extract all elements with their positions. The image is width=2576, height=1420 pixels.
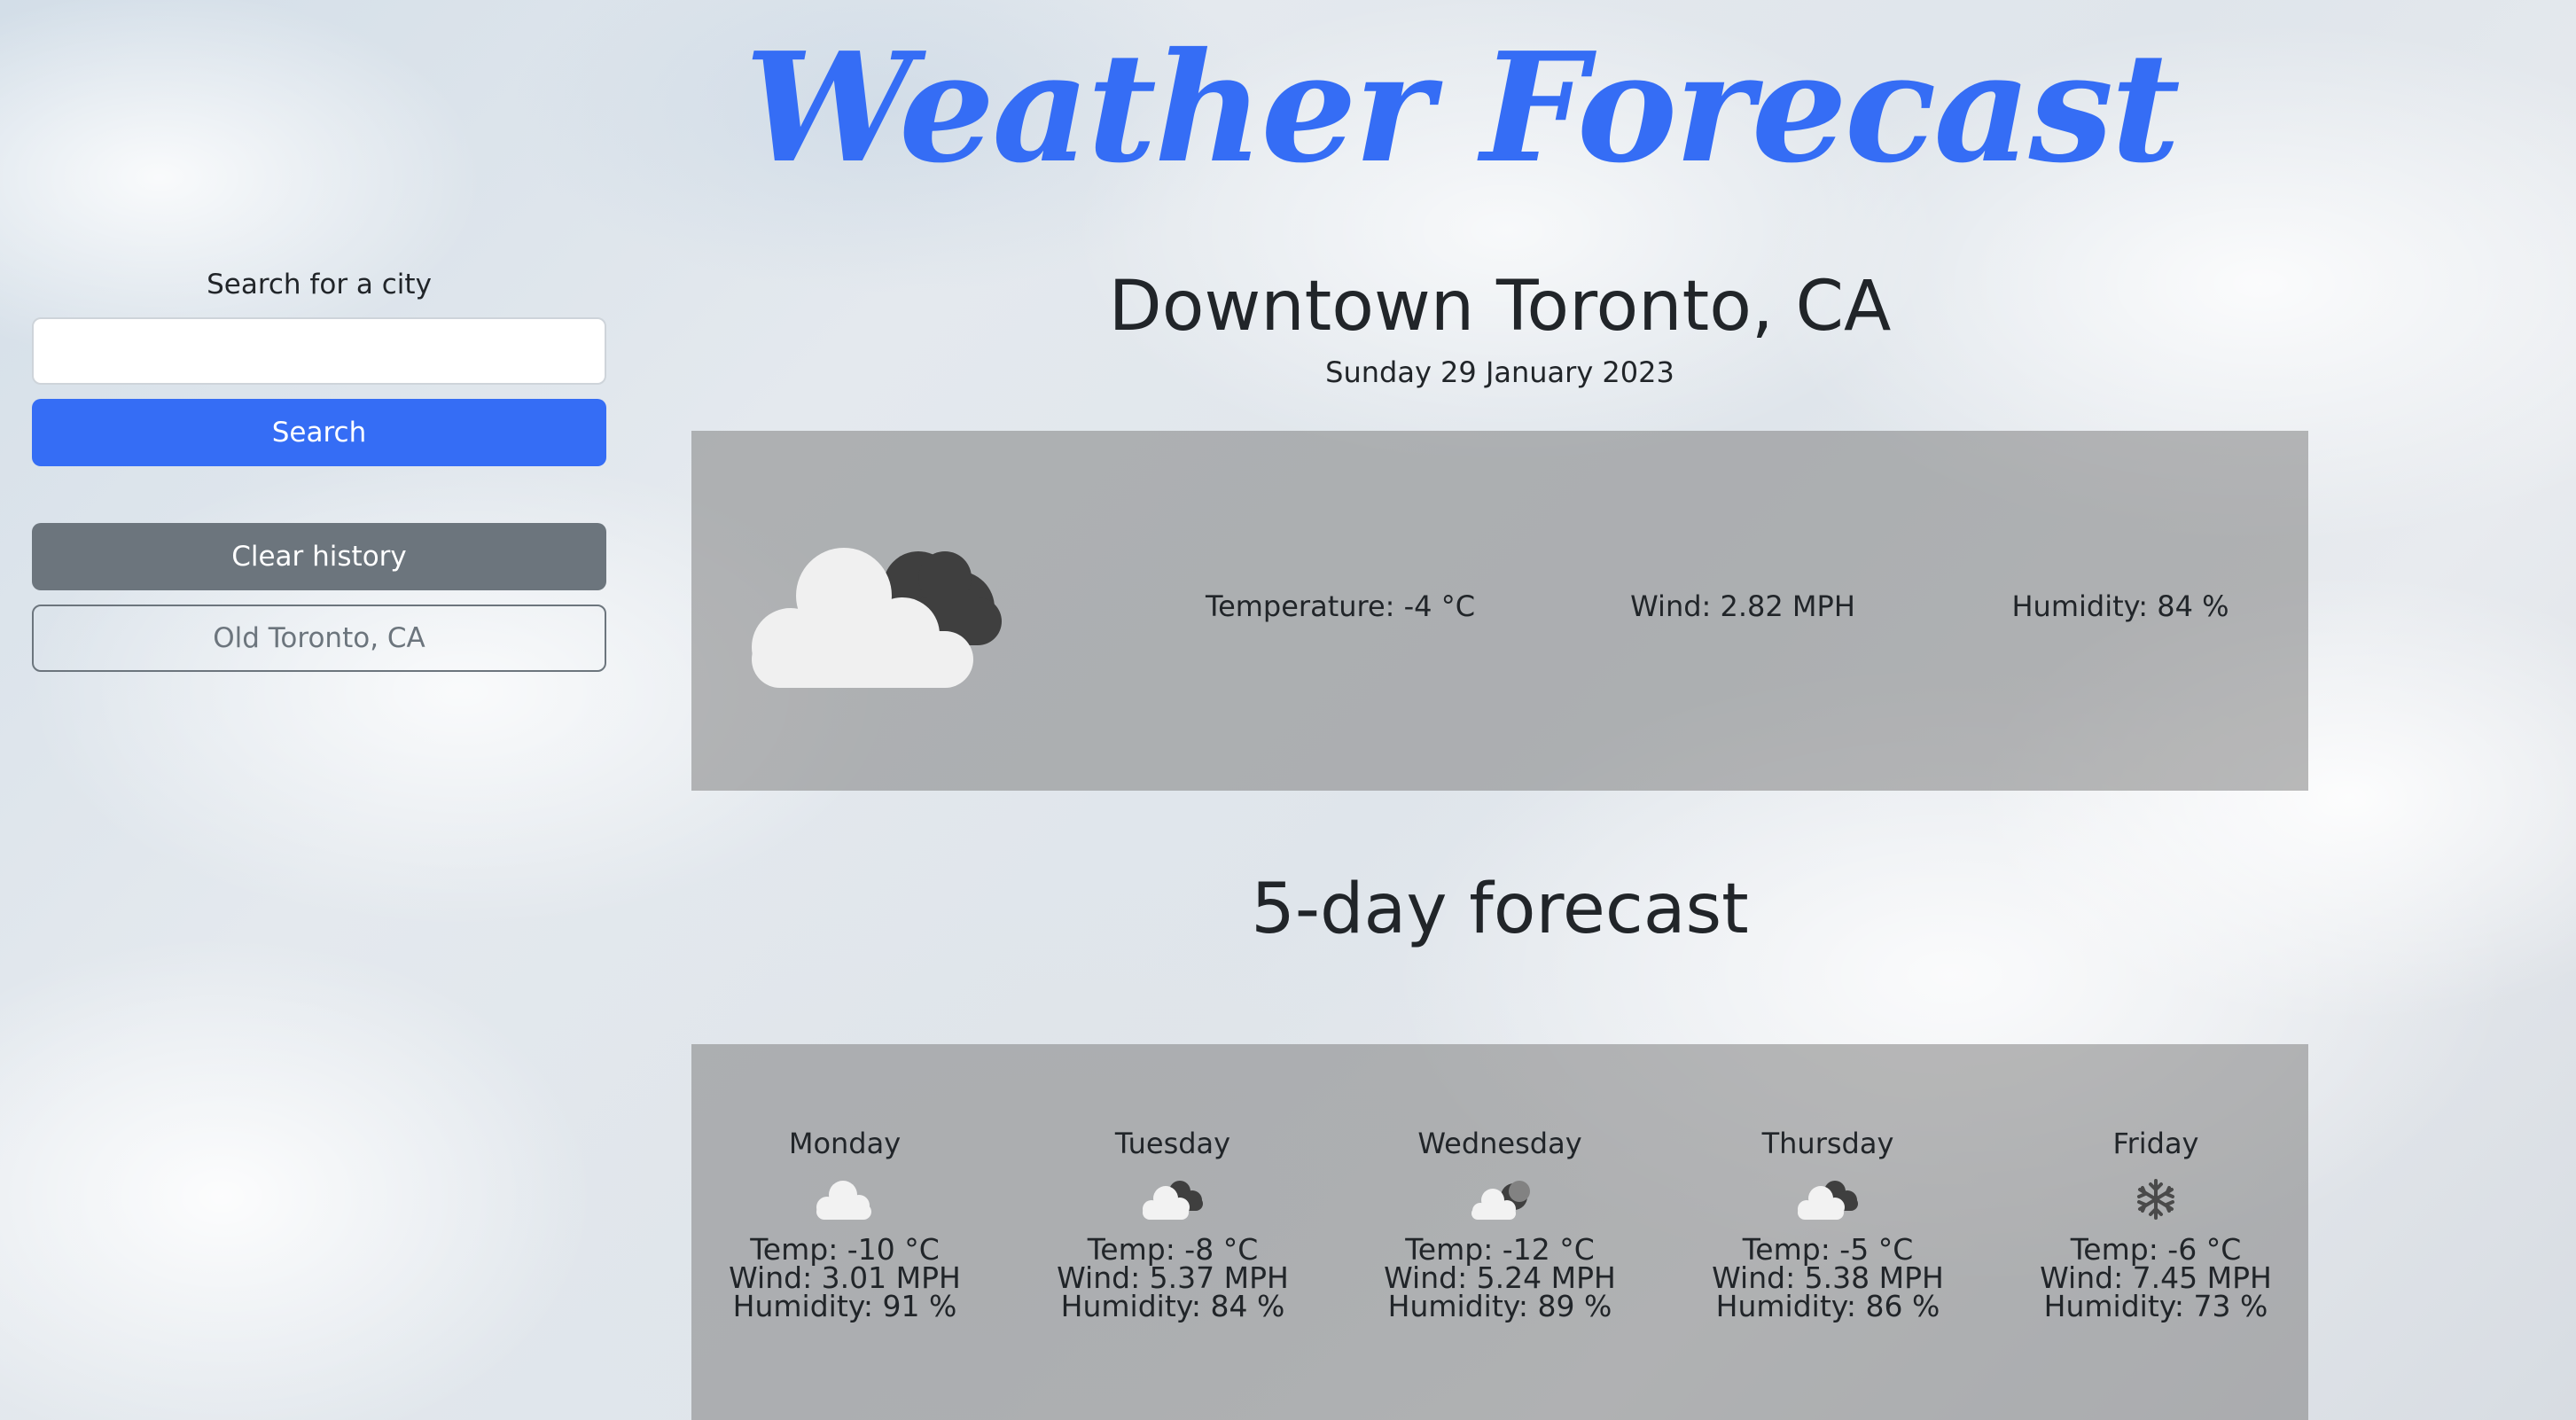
forecast-humidity: Humidity: 91 % [732, 1289, 957, 1323]
forecast-day-name: Friday [2112, 1127, 2199, 1160]
current-humidity: Humidity: 84 % [2011, 589, 2229, 623]
search-input[interactable] [32, 317, 606, 385]
forecast-humidity: Humidity: 86 % [1715, 1289, 1940, 1323]
forecast-humidity: Humidity: 84 % [1060, 1289, 1285, 1323]
city-name: Downtown Toronto, CA [1108, 267, 1892, 347]
forecast-day-card: Tuesday Temp: -8 °C Wind: 5.37 MPH Humid… [1022, 1124, 1323, 1321]
current-temperature: Temperature: -4 °C [1205, 589, 1476, 623]
search-label: Search for a city [207, 269, 432, 300]
broken-clouds-icon [1798, 1181, 1858, 1220]
clear-history-button[interactable]: Clear history [32, 523, 606, 590]
forecast-day-card: Thursday Temp: -5 °C Wind: 5.38 MPH Humi… [1677, 1124, 1979, 1321]
cloud-icon [816, 1181, 871, 1220]
snowflake-icon [2137, 1179, 2174, 1220]
forecast-panel: Monday Temp: -10 °C Wind: 3.01 MPH Humid… [691, 1044, 2308, 1420]
sidebar: Search for a city Search Clear history O… [32, 266, 606, 672]
forecast-day-card: Friday Temp: -6 °C Wind: 7.45 MPH Humidi… [2005, 1124, 2307, 1321]
cloud-night-icon [1471, 1181, 1530, 1220]
forecast-day-name: Monday [788, 1127, 902, 1160]
cloud-night-icon [752, 548, 1002, 688]
broken-clouds-icon [1143, 1181, 1203, 1220]
forecast-day-name: Wednesday [1417, 1127, 1582, 1160]
current-date: Sunday 29 January 2023 [1325, 355, 1674, 389]
forecast-heading: 5-day forecast [1251, 870, 1749, 949]
history-item-button[interactable]: Old Toronto, CA [32, 605, 606, 672]
forecast-day-name: Tuesday [1114, 1127, 1231, 1160]
forecast-day-name: Thursday [1761, 1127, 1894, 1160]
current-wind: Wind: 2.82 MPH [1630, 589, 1855, 623]
forecast-day-card: Monday Temp: -10 °C Wind: 3.01 MPH Humid… [694, 1124, 995, 1321]
forecast-day-card: Wednesday Temp: -12 °C Wind: 5.24 MPH Hu… [1349, 1124, 1651, 1321]
current-weather-panel: Temperature: -4 °C Wind: 2.82 MPH Humidi… [691, 431, 2308, 791]
forecast-humidity: Humidity: 89 % [1387, 1289, 1612, 1323]
search-button[interactable]: Search [32, 399, 606, 466]
page-title: Weather Forecast [745, 20, 2181, 197]
forecast-humidity: Humidity: 73 % [2043, 1289, 2268, 1323]
